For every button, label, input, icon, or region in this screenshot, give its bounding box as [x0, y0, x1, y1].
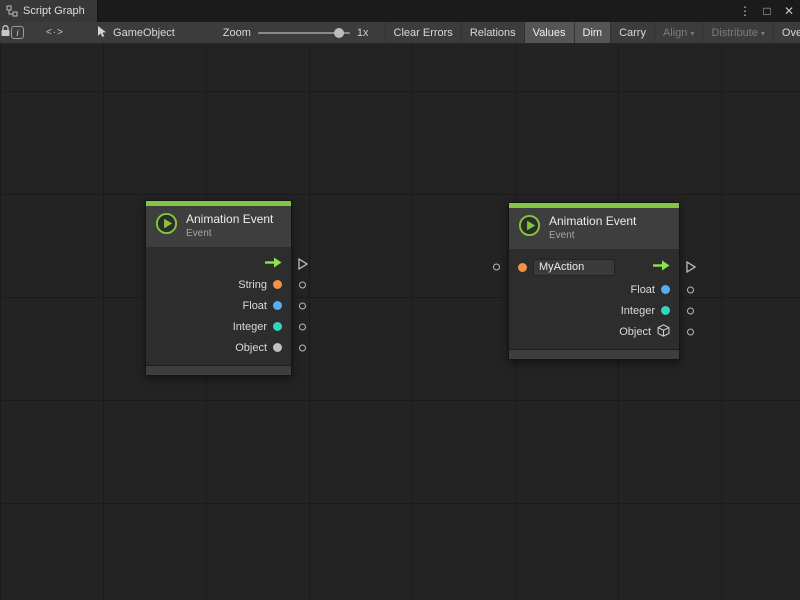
node-footer [146, 365, 291, 375]
tab-label: Script Graph [23, 5, 85, 17]
overview-button[interactable]: Overview [773, 22, 800, 43]
maximize-icon[interactable]: □ [756, 4, 778, 18]
port-label-float: Float [243, 300, 267, 312]
port-row-object: Object [509, 321, 679, 342]
flow-output-port[interactable] [298, 258, 308, 270]
port-label-string: String [238, 279, 267, 291]
zoom-label: Zoom [223, 27, 251, 39]
string-type-icon [518, 263, 527, 272]
node-subtitle: Event [186, 229, 273, 239]
node-animation-event-2[interactable]: Animation Event Event [508, 202, 680, 360]
event-play-icon [518, 214, 541, 242]
action-name-input[interactable] [533, 259, 615, 276]
node-header[interactable]: Animation Event Event [146, 206, 291, 247]
object-type-icon [273, 343, 282, 352]
port-label-integer: Integer [621, 305, 655, 317]
float-type-icon [273, 301, 282, 310]
tab-script-graph[interactable]: Script Graph [0, 0, 98, 22]
object-output-port[interactable] [687, 328, 694, 335]
port-label-float: Float [631, 284, 655, 296]
node-subtitle: Event [549, 231, 636, 241]
flow-arrow-icon [265, 257, 282, 271]
chevron-down-icon: ▾ [690, 29, 694, 38]
clear-errors-label: Clear Errors [394, 27, 453, 39]
window-menu-icon[interactable]: ⋮ [734, 4, 756, 18]
chevron-down-icon: ▾ [761, 29, 765, 38]
object-output-port[interactable] [299, 344, 306, 351]
string-input-port[interactable] [493, 264, 500, 271]
float-output-port[interactable] [299, 302, 306, 309]
dim-button[interactable]: Dim [574, 22, 611, 43]
toolbar-button-group: Clear Errors Relations Values Dim Carry … [385, 22, 800, 43]
port-label-object: Object [235, 342, 267, 354]
port-row-float: Float [509, 279, 679, 300]
window-controls: ⋮ □ ✕ [734, 0, 800, 22]
values-label: Values [533, 27, 566, 39]
port-label-integer: Integer [233, 321, 267, 333]
node-header[interactable]: Animation Event Event [509, 208, 679, 249]
integer-type-icon [661, 306, 670, 315]
carry-label: Carry [619, 27, 646, 39]
gameobject-target-button[interactable]: GameObject [90, 22, 181, 43]
node-port-area: String Float Integer Object [146, 247, 291, 365]
distribute-label: Distribute [711, 27, 757, 39]
node-footer [509, 349, 679, 359]
clear-errors-button[interactable]: Clear Errors [385, 22, 461, 43]
node-title: Animation Event [186, 213, 273, 226]
gameobject-icon [96, 25, 108, 41]
string-output-port[interactable] [299, 281, 306, 288]
gameobject-label: GameObject [113, 27, 175, 39]
integer-output-port[interactable] [687, 307, 694, 314]
port-row-integer: Integer [509, 300, 679, 321]
flow-output-row [146, 253, 291, 274]
lock-button[interactable] [0, 22, 11, 43]
window-tab-bar: Script Graph ⋮ □ ✕ [0, 0, 800, 22]
zoom-control: Zoom 1x [223, 22, 369, 43]
values-button[interactable]: Values [524, 22, 574, 43]
distribute-button[interactable]: Distribute ▾ [702, 22, 772, 43]
port-row-integer: Integer [146, 316, 291, 337]
relations-button[interactable]: Relations [461, 22, 524, 43]
code-view-button[interactable]: <·> [46, 22, 64, 43]
align-label: Align [663, 27, 687, 39]
info-icon: i [11, 26, 24, 39]
port-row-float: Float [146, 295, 291, 316]
integer-output-port[interactable] [299, 323, 306, 330]
relations-label: Relations [470, 27, 516, 39]
carry-button[interactable]: Carry [610, 22, 654, 43]
align-button[interactable]: Align ▾ [654, 22, 702, 43]
port-row-object: Object [146, 337, 291, 358]
cube-icon [657, 324, 670, 340]
float-output-port[interactable] [687, 286, 694, 293]
zoom-slider-handle[interactable] [334, 28, 344, 38]
graph-canvas[interactable]: Animation Event Event Strin [0, 44, 800, 600]
lock-icon [0, 25, 11, 40]
overview-label: Overview [782, 27, 800, 39]
string-type-icon [273, 280, 282, 289]
zoom-slider[interactable] [258, 32, 350, 34]
port-label-object: Object [619, 326, 651, 338]
graph-toolbar: i <·> GameObject Zoom 1x Clear Errors Re… [0, 22, 800, 44]
code-icon: <·> [46, 27, 64, 38]
flow-arrow-icon [653, 260, 670, 274]
node-port-area: Float Integer Object [509, 249, 679, 349]
integer-type-icon [273, 322, 282, 331]
close-icon[interactable]: ✕ [778, 4, 800, 18]
action-input-row [509, 255, 679, 279]
graph-icon [6, 5, 18, 17]
node-title: Animation Event [549, 215, 636, 228]
dim-label: Dim [583, 27, 603, 39]
flow-output-port[interactable] [686, 261, 696, 273]
port-row-string: String [146, 274, 291, 295]
float-type-icon [661, 285, 670, 294]
inspector-toggle-button[interactable]: i [11, 22, 24, 43]
event-play-icon [155, 212, 178, 240]
node-animation-event-1[interactable]: Animation Event Event Strin [145, 200, 292, 376]
zoom-value: 1x [357, 27, 369, 39]
